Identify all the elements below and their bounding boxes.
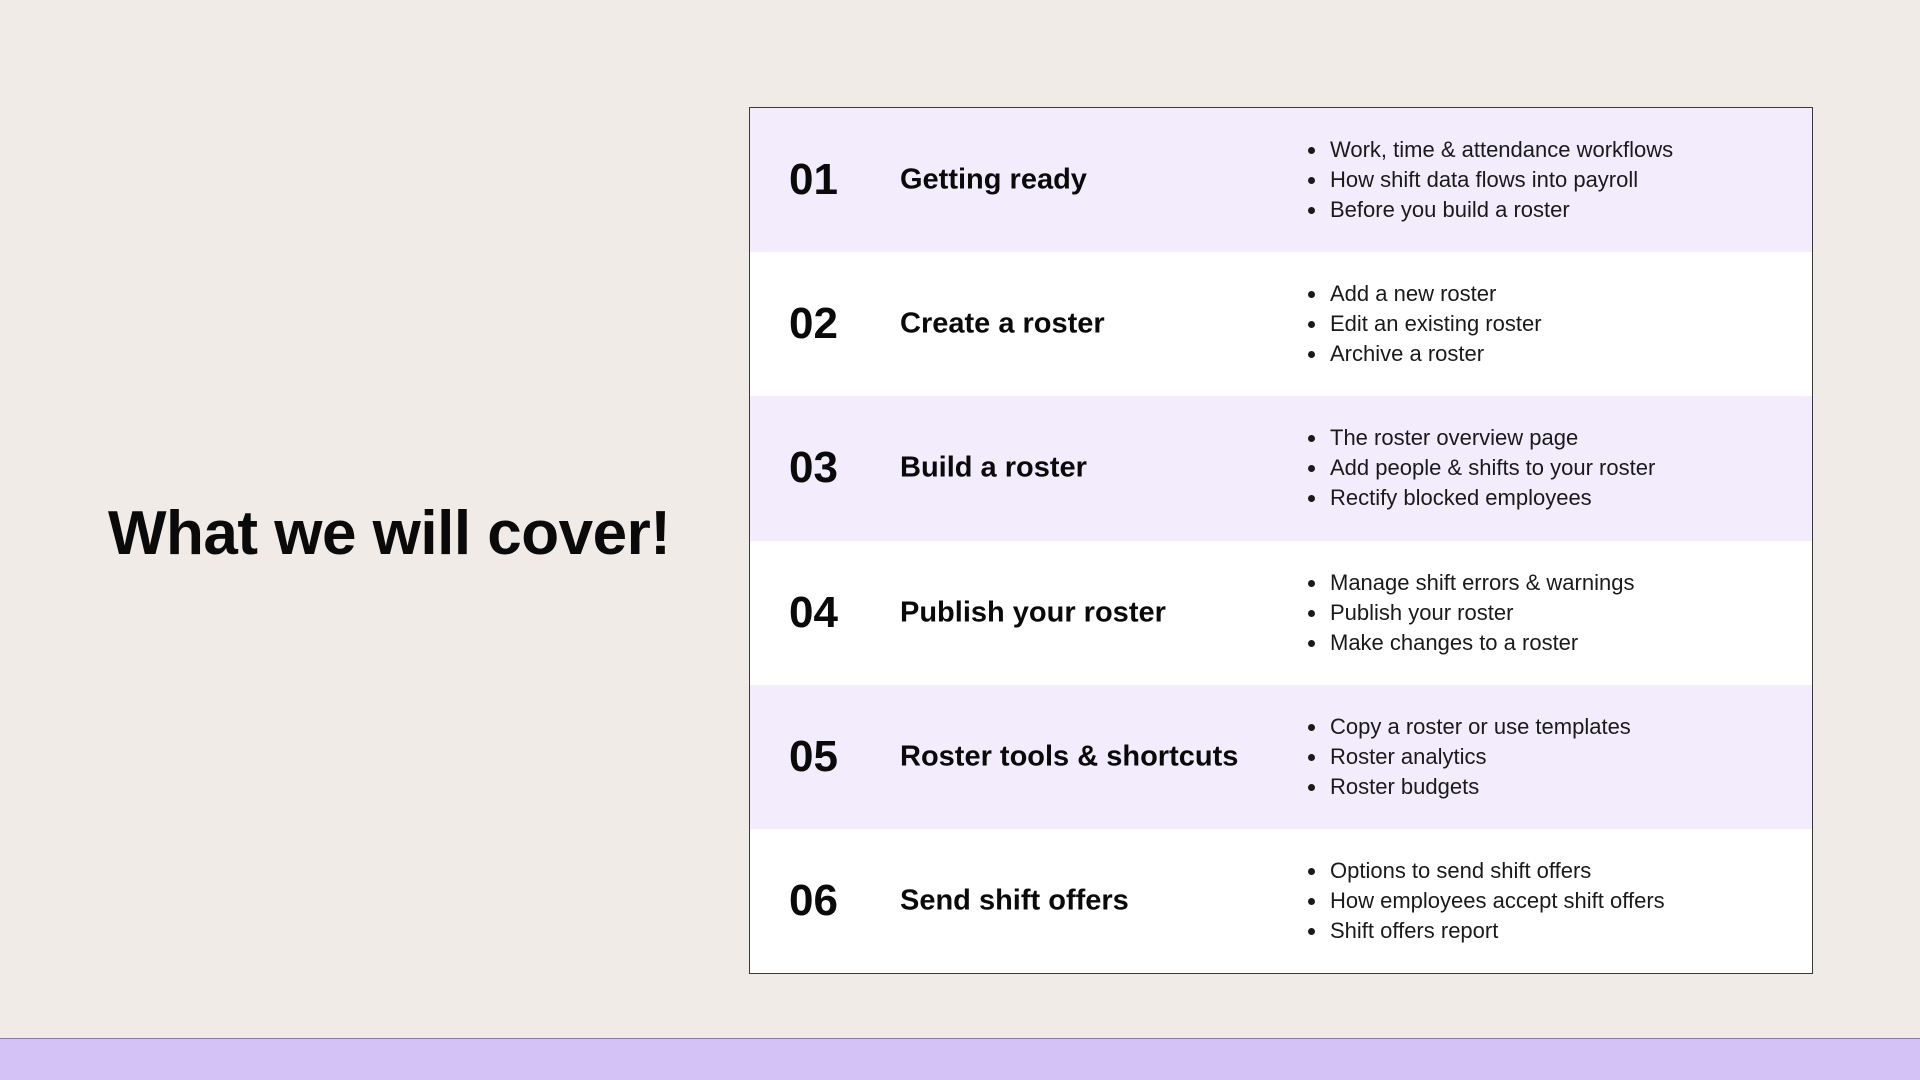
agenda-row-number: 01 <box>789 155 838 205</box>
bullet-item: Roster budgets <box>1308 772 1631 802</box>
bullet-item: Roster analytics <box>1308 742 1631 772</box>
agenda-row-4: 04 Publish your roster Manage shift erro… <box>750 541 1812 685</box>
bullet-item: Work, time & attendance workflows <box>1307 135 1673 165</box>
agenda-row-1: 01 Getting ready Work, time & attendance… <box>750 108 1812 253</box>
agenda-row-title: Getting ready <box>900 163 1087 196</box>
agenda-row-2: 02 Create a roster Add a new roster Edit… <box>750 252 1812 396</box>
agenda-row-title: Create a roster <box>900 307 1105 340</box>
agenda-row-3: 03 Build a roster The roster overview pa… <box>750 396 1812 541</box>
agenda-row-number: 05 <box>789 731 838 781</box>
bullet-item: How shift data flows into payroll <box>1307 165 1673 195</box>
agenda-row-bullets: Copy a roster or use templates Roster an… <box>1308 712 1631 802</box>
bullet-item: Rectify blocked employees <box>1307 483 1655 513</box>
agenda-row-number: 06 <box>789 875 838 925</box>
bullet-item: Shift offers report <box>1308 916 1665 946</box>
bullet-item: Copy a roster or use templates <box>1308 712 1631 742</box>
agenda-row-bullets: Add a new roster Edit an existing roster… <box>1308 279 1542 369</box>
bullet-item: Add people & shifts to your roster <box>1307 453 1655 483</box>
agenda-row-5: 05 Roster tools & shortcuts Copy a roste… <box>750 684 1812 829</box>
bullet-item: Manage shift errors & warnings <box>1307 568 1634 598</box>
bullet-item: Before you build a roster <box>1307 195 1673 225</box>
agenda-row-title: Send shift offers <box>900 884 1129 917</box>
bullet-item: Add a new roster <box>1308 279 1542 309</box>
slide-title: What we will cover! <box>108 499 671 568</box>
bullet-item: Publish your roster <box>1307 598 1634 628</box>
agenda-table: 01 Getting ready Work, time & attendance… <box>749 107 1813 974</box>
agenda-row-6: 06 Send shift offers Options to send shi… <box>750 829 1812 973</box>
agenda-row-bullets: The roster overview page Add people & sh… <box>1307 423 1655 513</box>
agenda-row-bullets: Options to send shift offers How employe… <box>1308 856 1665 946</box>
agenda-row-title: Publish your roster <box>900 596 1166 629</box>
agenda-row-number: 02 <box>789 299 838 349</box>
agenda-row-number: 03 <box>789 443 838 493</box>
footer-bar <box>0 1038 1920 1080</box>
agenda-row-title: Build a roster <box>900 451 1087 484</box>
agenda-row-bullets: Manage shift errors & warnings Publish y… <box>1307 568 1634 658</box>
bullet-item: Make changes to a roster <box>1307 628 1634 658</box>
agenda-row-number: 04 <box>789 587 838 637</box>
bullet-item: How employees accept shift offers <box>1308 886 1665 916</box>
bullet-item: Edit an existing roster <box>1308 309 1542 339</box>
bullet-item: Archive a roster <box>1308 339 1542 369</box>
agenda-row-bullets: Work, time & attendance workflows How sh… <box>1307 135 1673 225</box>
bullet-item: Options to send shift offers <box>1308 856 1665 886</box>
bullet-item: The roster overview page <box>1307 423 1655 453</box>
agenda-row-title: Roster tools & shortcuts <box>900 740 1239 773</box>
